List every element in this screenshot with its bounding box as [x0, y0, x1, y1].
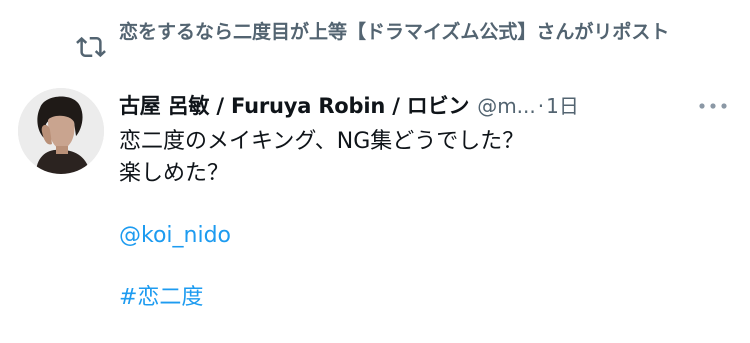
hashtag-link[interactable]: #恋二度 [119, 285, 203, 310]
mention-link[interactable]: @koi_nido [119, 223, 231, 248]
tweet-header: 古屋 呂敏 / Furuya Robin / ロビン @m... · 1日 [119, 90, 739, 124]
author-handle[interactable]: @m... [477, 94, 536, 118]
tweet[interactable]: 恋をするなら二度目が上等【ドラマイズム公式】さんがリポスト 古屋 呂敏 / Fu… [0, 0, 750, 343]
timestamp[interactable]: 1日 [546, 94, 579, 118]
tweet-line: 恋二度のメイキング、NG集どうでした？ [119, 129, 525, 154]
tweet-content: 古屋 呂敏 / Furuya Robin / ロビン @m... · 1日 恋二度のメ… [119, 90, 739, 314]
more-horizontal-icon[interactable] [695, 94, 731, 118]
tweet-line: 楽しめた？ [119, 161, 230, 186]
tweet-text: 恋二度のメイキング、NG集どうでした？ 楽しめた？ @koi_nido #恋二度 [119, 126, 739, 314]
repost-label[interactable]: 恋をするなら二度目が上等【ドラマイズム公式】さんがリポスト [119, 18, 709, 47]
author-name[interactable]: 古屋 呂敏 / Furuya Robin / ロビン [119, 94, 469, 118]
separator-dot: · [537, 94, 545, 118]
avatar[interactable] [18, 88, 104, 174]
repost-icon [76, 32, 106, 62]
